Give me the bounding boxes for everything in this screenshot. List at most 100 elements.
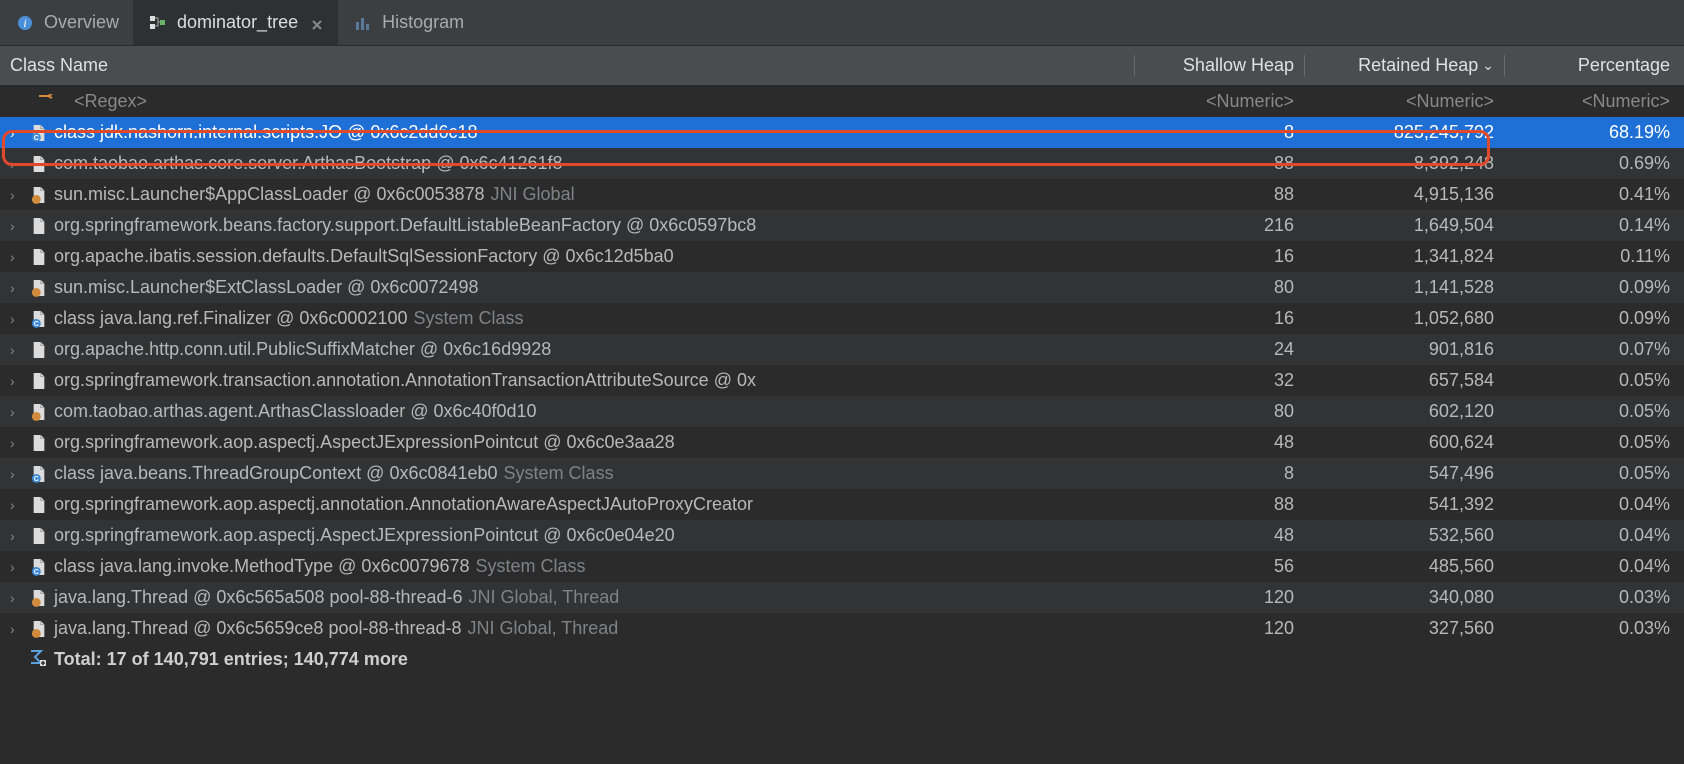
row-retained-heap: 4,915,136 xyxy=(1304,184,1504,205)
table-header: Class Name Shallow Heap Retained Heap ⌄ … xyxy=(0,46,1684,86)
row-shallow-heap: 88 xyxy=(1134,184,1304,205)
row-percentage: 0.04% xyxy=(1504,494,1684,515)
row-shallow-heap: 216 xyxy=(1134,215,1304,236)
header-percentage[interactable]: Percentage xyxy=(1504,55,1684,76)
expand-icon[interactable]: › xyxy=(10,280,24,296)
tab-histogram[interactable]: Histogram xyxy=(338,0,478,45)
table-row[interactable]: › org.springframework.transaction.annotat… xyxy=(0,365,1684,396)
table-row[interactable]: › com.taobao.arthas.agent.ArthasClassload… xyxy=(0,396,1684,427)
row-class-name: org.springframework.transaction.annotati… xyxy=(54,370,756,391)
class-icon: C xyxy=(30,557,48,577)
row-shallow-heap: 24 xyxy=(1134,339,1304,360)
header-retained-heap[interactable]: Retained Heap ⌄ xyxy=(1304,55,1504,76)
expand-icon[interactable]: › xyxy=(10,156,24,172)
filter-percentage-input[interactable]: <Numeric> xyxy=(1504,91,1684,112)
table-row[interactable]: ›org.apache.http.conn.util.PublicSuffixM… xyxy=(0,334,1684,365)
table-row[interactable]: ›org.springframework.aop.aspectj.AspectJ… xyxy=(0,520,1684,551)
row-class-name: sun.misc.Launcher$AppClassLoader @ 0x6c0… xyxy=(54,184,485,205)
filter-shallow-input[interactable]: <Numeric> xyxy=(1134,91,1304,112)
row-class-name: class java.lang.ref.Finalizer @ 0x6c0002… xyxy=(54,308,407,329)
row-class-name: class jdk.nashorn.internal.scripts.JO @ … xyxy=(54,122,477,143)
close-icon[interactable] xyxy=(310,16,324,30)
row-percentage: 0.69% xyxy=(1504,153,1684,174)
row-retained-heap: 600,624 xyxy=(1304,432,1504,453)
filter-row[interactable]: <Regex> <Numeric> <Numeric> <Numeric> xyxy=(0,86,1684,117)
expand-icon[interactable]: › xyxy=(10,590,24,606)
expand-icon[interactable]: › xyxy=(10,621,24,637)
table-row[interactable]: ›org.springframework.aop.aspectj.annotat… xyxy=(0,489,1684,520)
expand-icon[interactable]: › xyxy=(10,311,24,327)
row-retained-heap: 602,120 xyxy=(1304,401,1504,422)
expand-icon[interactable]: › xyxy=(10,466,24,482)
row-class-name: class java.lang.invoke.MethodType @ 0x6c… xyxy=(54,556,470,577)
row-percentage: 0.11% xyxy=(1504,246,1684,267)
tab-dominator-tree[interactable]: dominator_tree xyxy=(133,0,338,45)
table-row[interactable]: ›Cclass java.beans.ThreadGroupContext @ … xyxy=(0,458,1684,489)
table-row[interactable]: ›org.springframework.aop.aspectj.AspectJ… xyxy=(0,427,1684,458)
row-suffix: JNI Global, Thread xyxy=(468,618,619,639)
row-percentage: 0.05% xyxy=(1504,463,1684,484)
row-class-name: java.lang.Thread @ 0x6c5659ce8 pool-88-t… xyxy=(54,618,462,639)
table-row[interactable]: ›org.apache.ibatis.session.defaults.Defa… xyxy=(0,241,1684,272)
row-retained-heap: 1,649,504 xyxy=(1304,215,1504,236)
row-shallow-heap: 48 xyxy=(1134,525,1304,546)
obj-icon xyxy=(30,340,48,360)
expand-icon[interactable]: › xyxy=(10,373,24,389)
row-percentage: 0.03% xyxy=(1504,618,1684,639)
row-class-name: class java.beans.ThreadGroupContext @ 0x… xyxy=(54,463,498,484)
total-text: Total: 17 of 140,791 entries; 140,774 mo… xyxy=(54,649,408,670)
thread-icon xyxy=(30,588,48,608)
table-row[interactable]: › Cclass java.lang.invoke.MethodType @ 0x… xyxy=(0,551,1684,582)
expand-icon[interactable]: › xyxy=(10,435,24,451)
row-percentage: 0.05% xyxy=(1504,432,1684,453)
expand-icon[interactable]: › xyxy=(10,559,24,575)
row-class-name: org.springframework.beans.factory.suppor… xyxy=(54,215,756,236)
svg-text:C: C xyxy=(34,568,39,576)
row-retained-heap: 541,392 xyxy=(1304,494,1504,515)
filter-retained-input[interactable]: <Numeric> xyxy=(1304,91,1504,112)
expand-icon[interactable]: › xyxy=(10,497,24,513)
table-row[interactable]: › java.lang.Thread @ 0x6c5659ce8 pool-88-… xyxy=(0,613,1684,644)
row-percentage: 0.41% xyxy=(1504,184,1684,205)
row-retained-heap: 901,816 xyxy=(1304,339,1504,360)
table-row[interactable]: › com.taobao.arthas.core.server.ArthasBoo… xyxy=(0,148,1684,179)
table-row[interactable]: › org.springframework.beans.factory.suppo… xyxy=(0,210,1684,241)
header-class-name[interactable]: Class Name xyxy=(0,55,1134,76)
expand-icon[interactable]: › xyxy=(10,528,24,544)
row-retained-heap: 657,584 xyxy=(1304,370,1504,391)
table-row[interactable]: › java.lang.Thread @ 0x6c565a508 pool-88-… xyxy=(0,582,1684,613)
row-class-name: com.taobao.arthas.core.server.ArthasBoot… xyxy=(54,153,563,174)
row-class-name: java.lang.Thread @ 0x6c565a508 pool-88-t… xyxy=(54,587,463,608)
class-icon: C xyxy=(30,123,48,143)
tab-overview[interactable]: iOverview xyxy=(0,0,133,45)
expand-icon[interactable]: › xyxy=(10,249,24,265)
table-row[interactable]: ›sun.misc.Launcher$ExtClassLoader @ 0x6c… xyxy=(0,272,1684,303)
row-suffix: System Class xyxy=(413,308,523,329)
row-percentage: 0.03% xyxy=(1504,587,1684,608)
filter-icon xyxy=(38,94,60,110)
table-row[interactable]: › Cclass jdk.nashorn.internal.scripts.JO … xyxy=(0,117,1684,148)
table-row[interactable]: › sun.misc.Launcher$AppClassLoader @ 0x6c… xyxy=(0,179,1684,210)
row-shallow-heap: 32 xyxy=(1134,370,1304,391)
row-suffix: JNI Global xyxy=(491,184,575,205)
row-shallow-heap: 8 xyxy=(1134,463,1304,484)
header-shallow-heap[interactable]: Shallow Heap xyxy=(1134,55,1304,76)
row-percentage: 0.14% xyxy=(1504,215,1684,236)
table-row[interactable]: › Cclass java.lang.ref.Finalizer @ 0x6c00… xyxy=(0,303,1684,334)
expand-icon[interactable]: › xyxy=(10,187,24,203)
chart-icon xyxy=(352,12,374,34)
row-suffix: System Class xyxy=(504,463,614,484)
row-shallow-heap: 56 xyxy=(1134,556,1304,577)
row-retained-heap: 1,052,680 xyxy=(1304,308,1504,329)
expand-icon[interactable]: › xyxy=(10,404,24,420)
tab-bar: iOverviewdominator_treeHistogram xyxy=(0,0,1684,46)
expand-icon[interactable]: › xyxy=(10,342,24,358)
filter-name-input[interactable]: <Regex> xyxy=(74,91,147,112)
expand-icon[interactable]: › xyxy=(10,125,24,141)
row-percentage: 0.04% xyxy=(1504,525,1684,546)
row-retained-heap: 825,245,792 xyxy=(1304,122,1504,143)
expand-icon[interactable]: › xyxy=(10,218,24,234)
class-icon: C xyxy=(30,309,48,329)
row-class-name: com.taobao.arthas.agent.ArthasClassloade… xyxy=(54,401,537,422)
obj-icon xyxy=(30,526,48,546)
